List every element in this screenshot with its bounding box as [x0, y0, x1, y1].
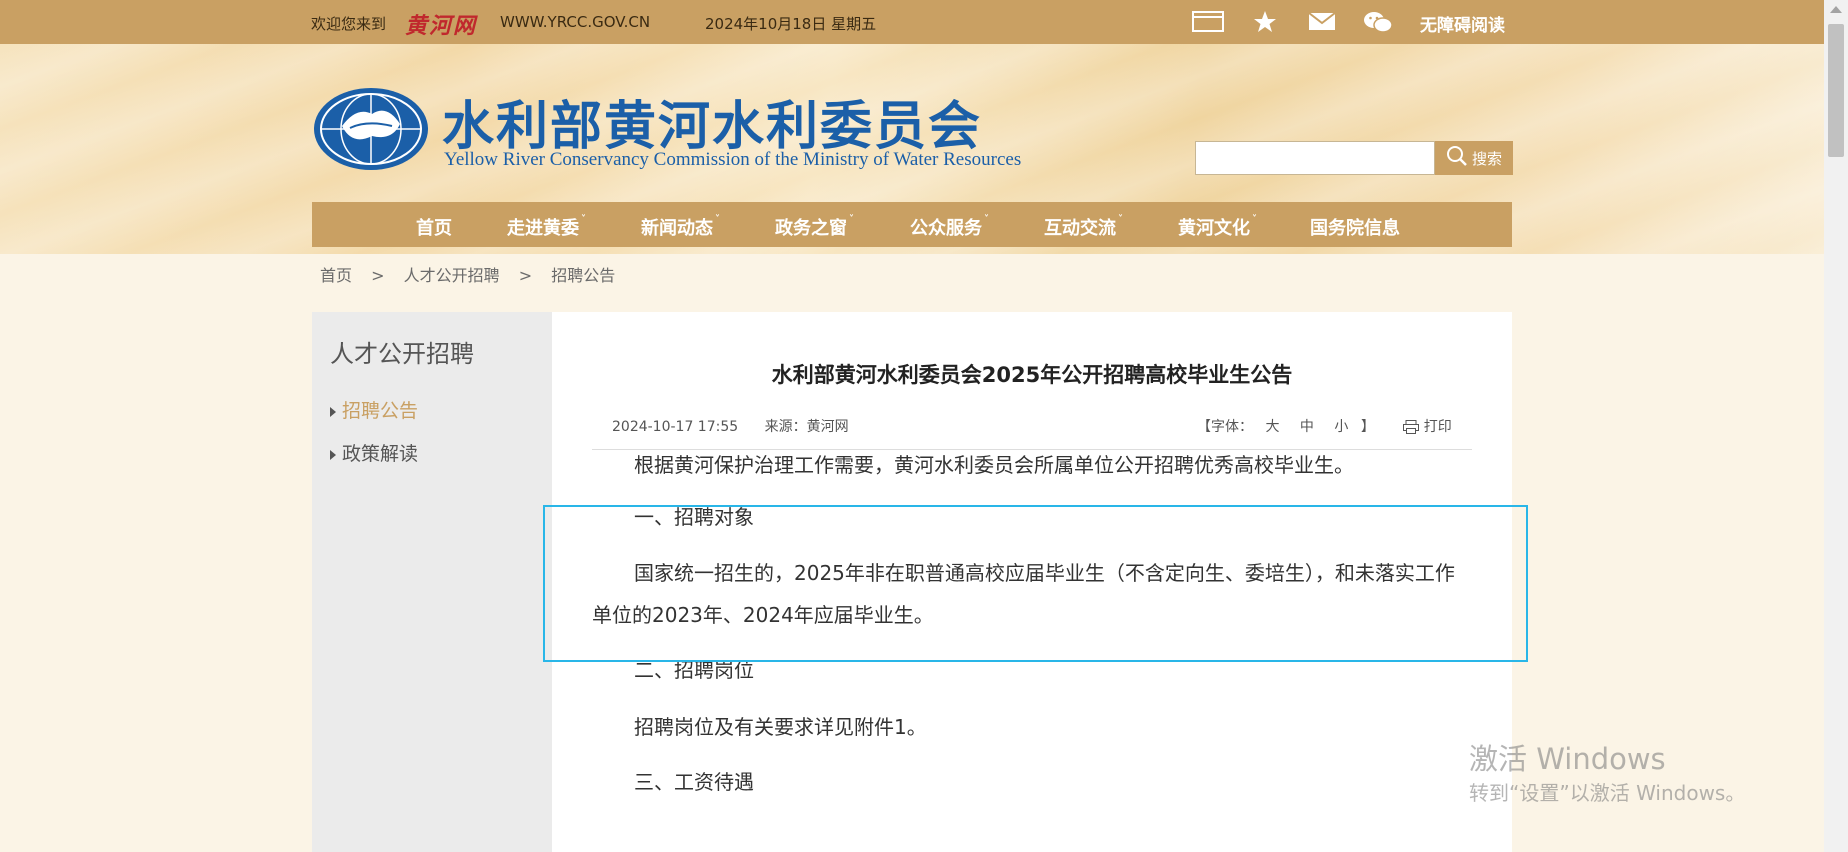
sidebar-item-policy-interpretation[interactable]: 政策解读 — [330, 439, 418, 466]
article-meta: 2024-10-17 17:55 来源：黄河网 — [612, 416, 849, 436]
selection-highlight-box — [543, 505, 1528, 662]
search-icon — [1446, 145, 1468, 171]
nav-item-about[interactable]: 走进黄委 ˅ — [507, 214, 586, 240]
chevron-down-icon: ˅ — [849, 214, 854, 225]
font-size-label: 【字体： — [1197, 419, 1253, 435]
triangle-right-icon — [330, 449, 336, 460]
nav-item-interaction[interactable]: 互动交流 ˅ — [1044, 214, 1123, 240]
main-nav: 首页 走进黄委 ˅ 新闻动态 ˅ 政务之窗 ˅ 公众服务 ˅ 互动交流 ˅ 黄河文化 ˅ 国… — [312, 202, 1512, 247]
scroll-up-icon[interactable] — [1830, 6, 1842, 13]
windows-activation-watermark: 激活 Windows — [1469, 742, 1666, 776]
article-source: 黄河网 — [806, 419, 849, 435]
article-datetime: 2024-10-17 17:55 — [612, 419, 739, 435]
font-size-close: 】 — [1360, 419, 1375, 435]
breadcrumb-separator: > — [518, 266, 533, 285]
search-button-label: 搜索 — [1471, 149, 1502, 168]
screen-icon[interactable] — [1192, 10, 1224, 34]
windows-activation-hint: 转到“设置”以激活 Windows。 — [1469, 781, 1746, 805]
breadcrumb-home[interactable]: 首页 — [320, 262, 352, 286]
nav-item-government[interactable]: 政务之窗 ˅ — [775, 214, 854, 240]
chevron-down-icon: ˅ — [581, 214, 586, 225]
site-title-en: Yellow River Conservancy Commission of t… — [444, 149, 1022, 170]
source-label: 来源： — [764, 419, 807, 435]
article-section-heading: 三、工资待遇 — [634, 770, 754, 794]
current-date: 2024年10月18日 星期五 — [705, 15, 877, 33]
print-link[interactable]: 打印 — [1424, 419, 1452, 435]
accessibility-link[interactable]: 无障碍阅读 — [1420, 11, 1505, 36]
chevron-down-icon: ˅ — [1252, 214, 1257, 225]
breadcrumb-recruitment-notice[interactable]: 招聘公告 — [551, 262, 615, 286]
mail-icon[interactable] — [1308, 10, 1338, 34]
article-title: 水利部黄河水利委员会2025年公开招聘高校毕业生公告 — [771, 363, 1293, 387]
chevron-down-icon: ˅ — [1118, 214, 1123, 225]
vertical-scrollbar[interactable] — [1824, 0, 1848, 852]
top-bar: 欢迎您来到 黄河网 WWW.YRCC.GOV.CN 2024年10月18日 星期… — [0, 0, 1824, 44]
sidebar-heading: 人才公开招聘 — [330, 340, 474, 368]
font-size-large[interactable]: 大 — [1265, 419, 1279, 435]
site-logo[interactable]: 黄河网 — [405, 8, 477, 40]
nav-item-news[interactable]: 新闻动态 ˅ — [641, 214, 720, 240]
site-title-cn: 水利部黄河水利委员会 — [442, 96, 983, 157]
nav-item-state-council[interactable]: 国务院信息 — [1310, 214, 1400, 240]
sidebar: 人才公开招聘 招聘公告 政策解读 — [312, 312, 552, 852]
wechat-icon[interactable] — [1363, 10, 1393, 34]
star-icon[interactable] — [1252, 10, 1282, 34]
scrollbar-thumb[interactable] — [1828, 24, 1844, 157]
welcome-text: 欢迎您来到 — [311, 15, 387, 33]
font-size-medium[interactable]: 中 — [1300, 419, 1314, 435]
search-input[interactable] — [1195, 141, 1435, 175]
nav-item-culture[interactable]: 黄河文化 ˅ — [1178, 214, 1257, 240]
search-button[interactable]: 搜索 — [1435, 141, 1513, 175]
emblem-logo — [312, 86, 430, 172]
nav-item-home[interactable]: 首页 — [416, 214, 452, 240]
article-tools: 【字体： 大 中 小 】 打印 — [1197, 416, 1452, 436]
chevron-down-icon: ˅ — [984, 214, 989, 225]
article-paragraph: 根据黄河保护治理工作需要，黄河水利委员会所属单位公开招聘优秀高校毕业生。 — [634, 453, 1354, 477]
chevron-down-icon: ˅ — [715, 214, 720, 225]
breadcrumb-separator: > — [371, 266, 385, 285]
nav-item-public-service[interactable]: 公众服务 ˅ — [910, 214, 989, 240]
triangle-right-icon — [330, 406, 336, 417]
article-paragraph: 招聘岗位及有关要求详见附件1。 — [634, 715, 927, 739]
breadcrumb-talent-recruitment[interactable]: 人才公开招聘 — [404, 262, 500, 286]
site-url: WWW.YRCC.GOV.CN — [500, 13, 651, 31]
printer-icon[interactable] — [1403, 420, 1420, 434]
font-size-small[interactable]: 小 — [1334, 419, 1348, 435]
breadcrumb: 首页 > 人才公开招聘 > 招聘公告 — [320, 262, 615, 286]
sidebar-item-recruitment-notice[interactable]: 招聘公告 — [330, 396, 418, 423]
